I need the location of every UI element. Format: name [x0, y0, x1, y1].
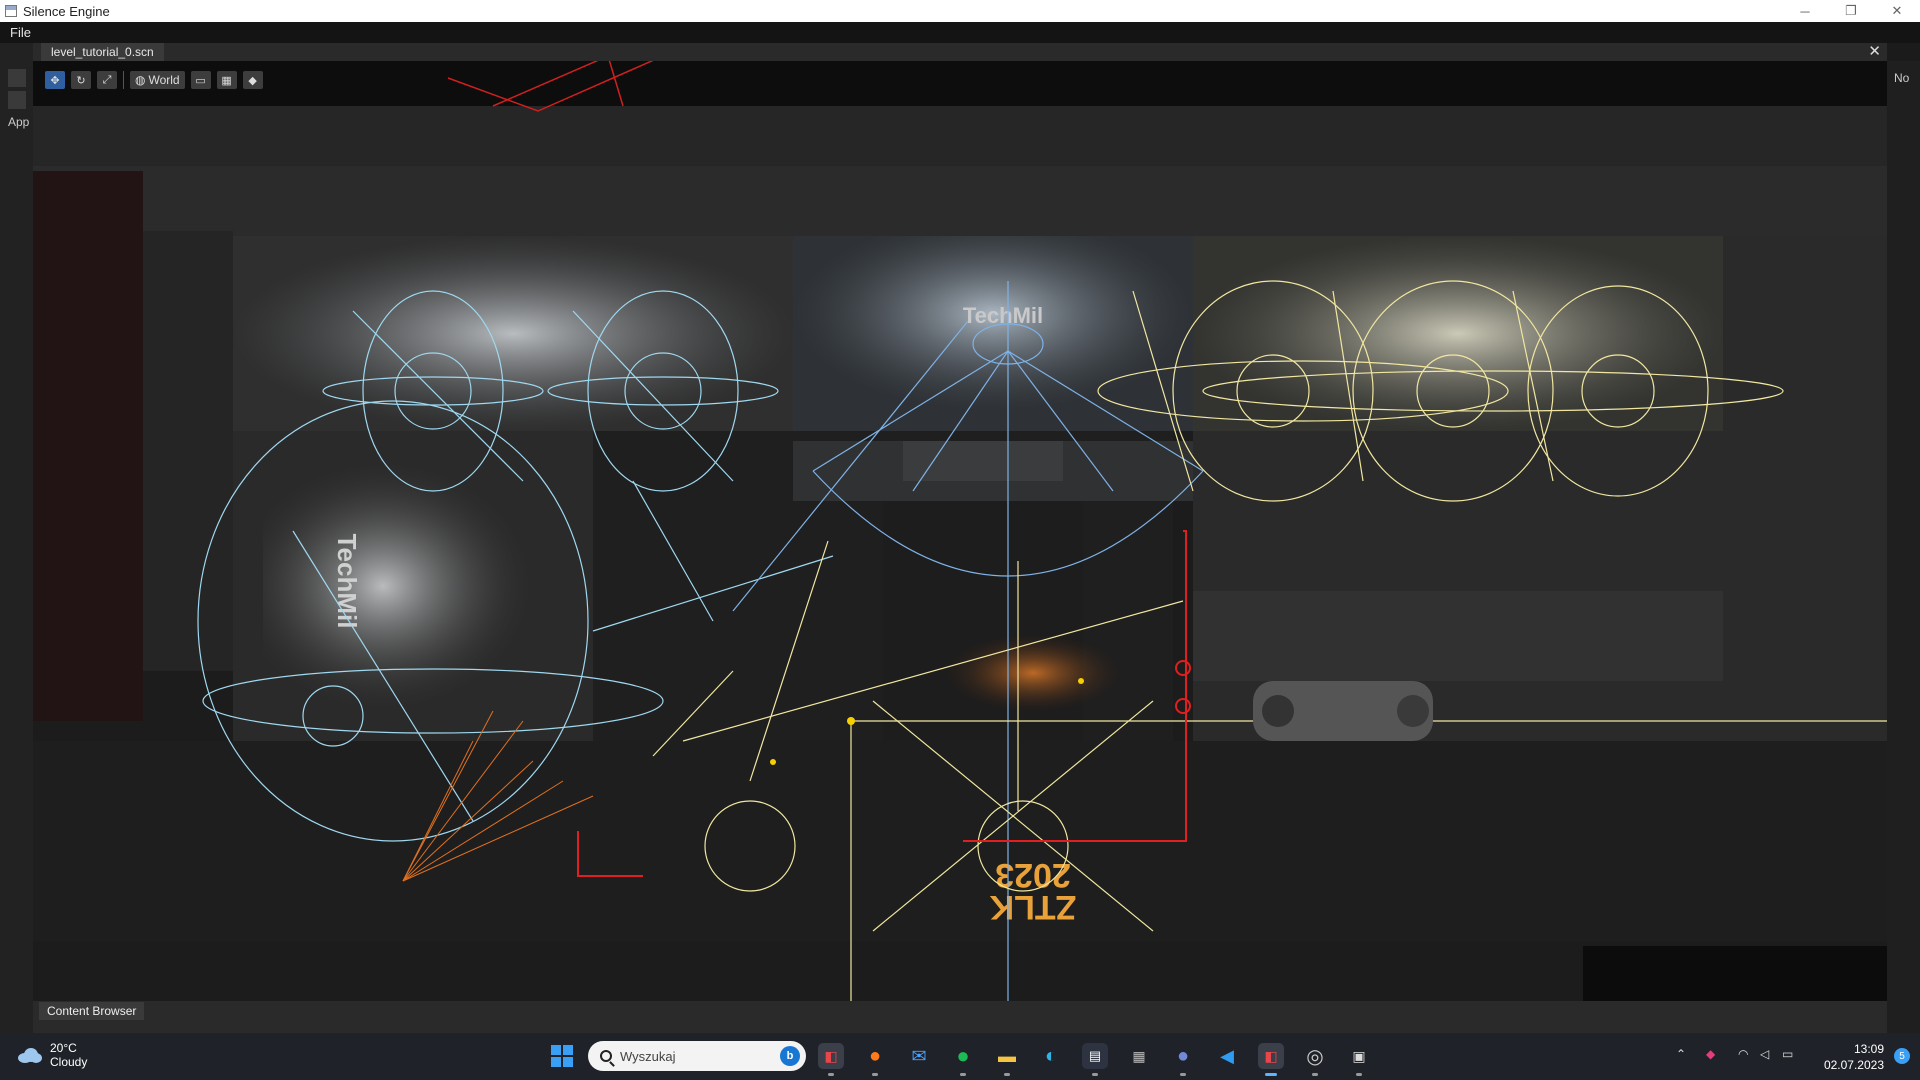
snap-icon[interactable]: ▭: [190, 71, 211, 89]
scene-render: TechMil TechMil 2023 ZTLK: [33, 61, 1887, 1001]
volume-icon[interactable]: ◁: [1760, 1047, 1769, 1061]
toolbar-divider: [123, 71, 124, 89]
cloud-icon: [16, 1047, 42, 1063]
space-label: World: [148, 73, 180, 87]
file-explorer-icon[interactable]: ▬: [994, 1043, 1020, 1076]
mail-icon[interactable]: ✉: [906, 1043, 932, 1069]
grid-icon[interactable]: ▦: [216, 71, 237, 89]
vscode-icon[interactable]: ◀: [1214, 1043, 1240, 1069]
app-icon-obs[interactable]: ◎: [1302, 1043, 1328, 1076]
discord-icon[interactable]: ●: [1170, 1043, 1196, 1076]
system-clock[interactable]: 13:09 02.07.2023: [1824, 1041, 1884, 1073]
viewport-toolbar: ✥ ↻ ⤢ ◍ World ▭ ▦ ◆: [45, 71, 263, 89]
light-handle[interactable]: [770, 759, 776, 765]
left-dock-panel: App: [0, 43, 33, 1033]
weather-widget[interactable]: 20°C Cloudy: [16, 1041, 87, 1069]
scene-tab[interactable]: level_tutorial_0.scn: [41, 43, 164, 61]
scale-tool-icon[interactable]: ⤢: [97, 71, 117, 89]
app-icon-snipping[interactable]: ◧: [818, 1043, 844, 1076]
silence-engine-taskbar-icon[interactable]: ◧: [1258, 1043, 1284, 1076]
floor-text-2: ZTLK: [989, 888, 1076, 926]
clock-date: 02.07.2023: [1823, 1058, 1884, 1072]
wifi-icon[interactable]: ◠: [1738, 1047, 1748, 1061]
battery-icon[interactable]: ▭: [1782, 1047, 1793, 1061]
scene-viewport[interactable]: ✥ ↻ ⤢ ◍ World ▭ ▦ ◆ TechMil TechMil 2023…: [33, 61, 1887, 1001]
globe-icon: ◍: [135, 73, 146, 87]
left-panel-button-2[interactable]: [8, 91, 26, 109]
move-tool-icon[interactable]: ✥: [45, 71, 65, 89]
minimize-button[interactable]: ─: [1782, 0, 1828, 22]
window-title: Silence Engine: [23, 3, 110, 19]
edge-icon[interactable]: ◐: [1038, 1043, 1064, 1069]
content-browser-tab[interactable]: Content Browser: [39, 1002, 145, 1020]
search-placeholder: Wyszukaj: [620, 1048, 676, 1064]
search-icon: [600, 1050, 612, 1062]
notification-badge[interactable]: 5: [1894, 1048, 1910, 1064]
restore-button[interactable]: ❐: [1828, 0, 1874, 22]
bottom-dock: Content Browser: [33, 1001, 1887, 1033]
sign-left: TechMil: [332, 534, 362, 629]
left-panel-label: App: [8, 115, 30, 129]
app-icon-window[interactable]: ▣: [1346, 1043, 1372, 1076]
app-icon-terminal[interactable]: ▤: [1082, 1043, 1108, 1076]
rotate-tool-icon[interactable]: ↻: [71, 71, 91, 89]
calculator-icon[interactable]: ▦: [1126, 1043, 1152, 1069]
windows-taskbar: 20°C Cloudy Wyszukaj b ◧ ● ✉ ● ▬ ◐ ▤ ▦ ●…: [0, 1033, 1920, 1080]
tray-app-icon[interactable]: ◆: [1706, 1047, 1715, 1061]
vehicle-model[interactable]: [1253, 681, 1433, 741]
chevron-up-icon[interactable]: ⌃: [1676, 1047, 1686, 1061]
weather-desc: Cloudy: [50, 1055, 88, 1069]
light-handle[interactable]: [847, 717, 855, 725]
left-panel-button-1[interactable]: [8, 69, 26, 87]
taskbar-search[interactable]: Wyszukaj b: [588, 1041, 806, 1071]
right-dock-panel: No: [1887, 61, 1920, 1033]
start-button[interactable]: [551, 1045, 573, 1067]
right-panel-label: No: [1894, 71, 1910, 85]
clock-time: 13:09: [1853, 1042, 1884, 1056]
space-toggle-button[interactable]: ◍ World: [130, 71, 185, 89]
light-handle[interactable]: [1078, 678, 1084, 684]
spotify-icon[interactable]: ●: [950, 1043, 976, 1076]
window-titlebar: Silence Engine ─ ❐ ✕: [0, 0, 1920, 22]
firefox-icon[interactable]: ●: [862, 1043, 888, 1076]
menu-bar: File: [0, 22, 1920, 43]
close-tab-icon[interactable]: ✕: [1868, 43, 1881, 61]
app-icon: [5, 5, 17, 17]
menu-file[interactable]: File: [0, 25, 41, 40]
close-window-button[interactable]: ✕: [1874, 0, 1920, 22]
weather-temp: 20°C: [50, 1041, 77, 1055]
editor-tab-bar: level_tutorial_0.scn ✕: [33, 43, 1887, 61]
camera-icon[interactable]: ◆: [242, 71, 263, 89]
bing-icon[interactable]: b: [780, 1046, 800, 1066]
